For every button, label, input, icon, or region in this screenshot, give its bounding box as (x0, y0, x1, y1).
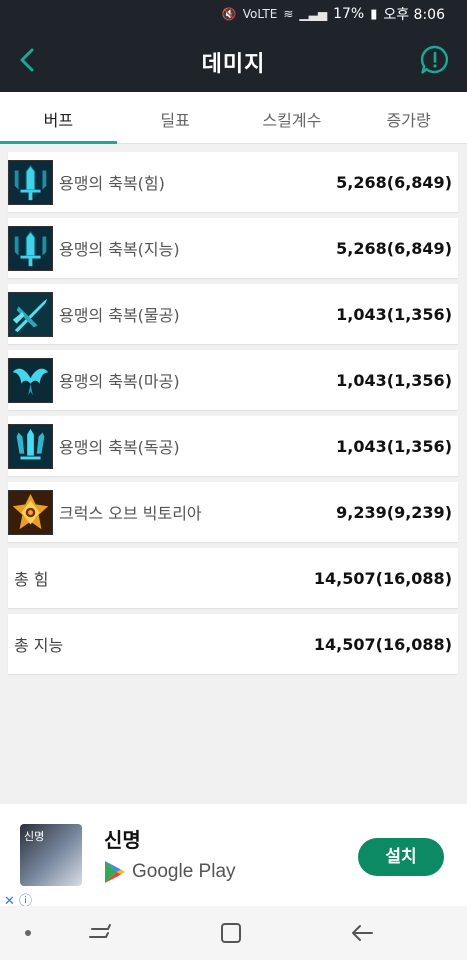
install-button[interactable]: 설치 (358, 838, 444, 876)
google-play-badge: Google Play (104, 860, 236, 884)
status-bar: 🔇 VoLTE ≋ ▁▃▅ 17% ▮ 오후 8:06 (0, 0, 467, 28)
clock: 오후 8:06 (383, 7, 445, 23)
recents-icon[interactable] (88, 922, 114, 944)
play-store-icon (105, 861, 125, 883)
tab-buff[interactable]: 버프 (0, 92, 117, 144)
tab-skill-coefficient[interactable]: 스킬계수 (234, 92, 351, 143)
signal-icon: ▁▃▅ (299, 7, 328, 21)
mute-icon: 🔇 (221, 7, 237, 21)
ad-app-title[interactable]: 신명 (104, 824, 141, 853)
list-item[interactable]: 용맹의 축복(지능) 5,268(6,849) (8, 218, 458, 278)
buff-name: 용맹의 축복(지능) (59, 240, 180, 259)
total-row: 총 지능 14,507(16,088) (8, 614, 458, 674)
list-item[interactable]: 용맹의 축복(힘) 5,268(6,849) (8, 152, 458, 212)
system-nav-bar (0, 906, 467, 960)
list-item[interactable]: 용맹의 축복(마공) 1,043(1,356) (8, 350, 458, 410)
buff-value: 5,268(6,849) (336, 238, 452, 258)
total-value: 14,507(16,088) (313, 634, 452, 654)
total-row: 총 힘 14,507(16,088) (8, 548, 458, 608)
ad-banner[interactable]: 신명 신명 Google Play 설치 ✕ ⓘ (0, 804, 467, 909)
ad-thumbnail-text: 신명 (24, 830, 45, 843)
battery-icon: ▮ (370, 6, 378, 22)
total-value: 14,507(16,088) (313, 568, 452, 588)
sword-blessing-icon (8, 225, 53, 271)
page-title: 데미지 (201, 52, 266, 77)
triple-blades-icon (8, 423, 53, 469)
buff-name: 용맹의 축복(독공) (59, 438, 180, 457)
sword-blessing-icon (8, 159, 53, 205)
buff-value: 1,043(1,356) (336, 304, 452, 324)
crossed-blades-icon (8, 291, 53, 337)
buff-value: 5,268(6,849) (336, 172, 452, 192)
wings-icon (8, 357, 53, 403)
ad-app-thumbnail[interactable]: 신명 (20, 824, 82, 886)
wifi-icon: ≋ (283, 7, 294, 21)
back-nav-icon[interactable] (350, 922, 374, 944)
network-label: VoLTE (242, 7, 278, 21)
buff-value: 1,043(1,356) (336, 370, 452, 390)
buff-name: 크럭스 오브 빅토리아 (59, 504, 202, 523)
buff-name: 용맹의 축복(물공) (59, 306, 180, 325)
list-item[interactable]: 크럭스 오브 빅토리아 9,239(9,239) (8, 482, 458, 542)
buff-name: 용맹의 축복(마공) (59, 372, 180, 391)
tab-bar: 버프 딜표 스킬계수 증가량 (0, 92, 467, 144)
buff-name: 용맹의 축복(힘) (59, 174, 165, 193)
total-name: 총 지능 (14, 636, 64, 655)
buff-value: 1,043(1,356) (336, 436, 452, 456)
golden-cross-icon (8, 489, 53, 535)
home-icon[interactable] (220, 922, 242, 944)
total-name: 총 힘 (14, 570, 49, 589)
tab-deal-table[interactable]: 딜표 (117, 92, 234, 143)
store-name: Google Play (132, 861, 236, 882)
list-item[interactable]: 용맹의 축복(독공) 1,043(1,356) (8, 416, 458, 476)
tab-increase[interactable]: 증가량 (350, 92, 467, 143)
buff-list: 용맹의 축복(힘) 5,268(6,849) 용맹의 축복(지능) 5,268(… (8, 152, 458, 680)
list-item[interactable]: 용맹의 축복(물공) 1,043(1,356) (8, 284, 458, 344)
nav-dot-icon[interactable] (25, 930, 31, 936)
alert-button[interactable] (419, 44, 451, 76)
buff-value: 9,239(9,239) (336, 502, 452, 522)
alert-bubble-icon (420, 45, 448, 74)
app-bar: 데미지 (0, 28, 467, 92)
battery-percent: 17% (333, 6, 365, 22)
